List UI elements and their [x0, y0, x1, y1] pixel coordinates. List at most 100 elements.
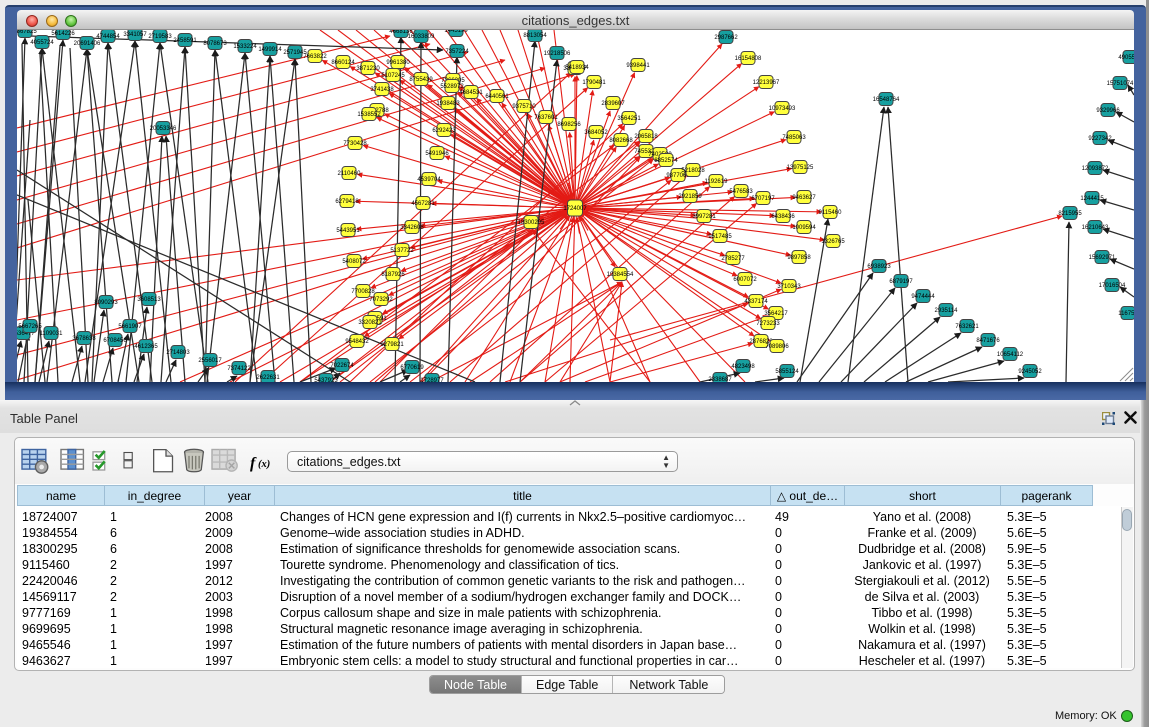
- svg-text:3997281: 3997281: [692, 214, 716, 220]
- svg-text:2839607: 2839607: [601, 101, 625, 107]
- svg-text:7089806: 7089806: [765, 344, 789, 350]
- svg-text:9227342: 9227342: [1088, 136, 1112, 142]
- svg-text:8698256: 8698256: [557, 122, 581, 128]
- svg-text:3710343: 3710343: [777, 284, 801, 290]
- svg-text:5667265: 5667265: [18, 324, 42, 330]
- svg-text:5437923: 5437923: [314, 378, 338, 382]
- svg-text:8215955: 8215955: [1058, 211, 1082, 217]
- svg-text:9245052: 9245052: [1018, 369, 1042, 375]
- svg-text:6938923: 6938923: [867, 264, 891, 270]
- svg-text:1326765: 1326765: [821, 239, 845, 245]
- svg-text:2987662: 2987662: [714, 35, 738, 41]
- svg-text:2785277: 2785277: [721, 256, 745, 262]
- svg-text:3741438: 3741438: [370, 87, 394, 93]
- svg-text:116753: 116753: [1118, 311, 1134, 317]
- svg-text:16210643: 16210643: [1082, 225, 1109, 231]
- svg-text:8660124: 8660124: [331, 60, 355, 66]
- svg-text:16033809: 16033809: [408, 34, 435, 40]
- svg-text:7700828: 7700828: [351, 289, 375, 295]
- svg-text:5476583: 5476583: [729, 189, 753, 195]
- svg-text:9115460: 9115460: [819, 210, 843, 216]
- svg-text:8090293: 8090293: [94, 300, 118, 306]
- svg-text:18300295: 18300295: [518, 220, 545, 226]
- svg-text:9375710: 9375710: [512, 104, 536, 110]
- svg-text:6440561: 6440561: [485, 94, 509, 100]
- svg-text:7632621: 7632621: [955, 324, 979, 330]
- svg-text:2065818: 2065818: [634, 134, 658, 140]
- svg-text:4905582: 4905582: [1118, 55, 1134, 61]
- svg-text:f: f: [250, 455, 257, 472]
- svg-text:2921859: 2921859: [678, 194, 702, 200]
- svg-text:5443951: 5443951: [336, 228, 360, 234]
- svg-text:9961380: 9961380: [386, 60, 410, 66]
- svg-text:6279418: 6279418: [335, 199, 359, 205]
- svg-text:8755439: 8755439: [409, 77, 433, 83]
- svg-text:3608513: 3608513: [137, 297, 161, 303]
- svg-text:1499914: 1499914: [258, 47, 282, 53]
- svg-text:1938483: 1938483: [436, 101, 460, 107]
- svg-text:9897858: 9897858: [787, 255, 811, 261]
- svg-text:8471676: 8471676: [976, 338, 1000, 344]
- svg-text:3678638: 3678638: [72, 336, 96, 342]
- svg-text:5137722: 5137722: [390, 248, 414, 254]
- svg-text:7637601: 7637601: [534, 115, 558, 121]
- svg-text:1533224: 1533224: [233, 44, 257, 50]
- svg-text:1192619: 1192619: [705, 179, 729, 185]
- svg-text:3871230: 3871230: [356, 66, 380, 72]
- svg-text:8813054: 8813054: [523, 33, 547, 39]
- svg-text:4684531: 4684531: [459, 90, 483, 96]
- svg-text:1244415: 1244415: [1080, 196, 1104, 202]
- svg-text:1445199: 1445199: [444, 30, 468, 34]
- svg-text:2338687: 2338687: [708, 377, 732, 382]
- svg-text:1109031: 1109031: [40, 331, 64, 337]
- svg-text:7273233: 7273233: [756, 321, 780, 327]
- svg-text:1009594: 1009594: [792, 225, 816, 231]
- svg-text:6708456: 6708456: [103, 338, 127, 344]
- svg-text:3320821: 3320821: [358, 320, 382, 326]
- svg-text:15751074: 15751074: [1107, 81, 1134, 87]
- svg-text:20053346: 20053346: [150, 126, 177, 132]
- svg-text:8078673: 8078673: [203, 41, 227, 47]
- svg-text:6007072: 6007072: [733, 277, 757, 283]
- svg-text:5491946: 5491946: [425, 151, 449, 157]
- svg-text:3342608: 3342608: [400, 225, 424, 231]
- svg-text:7663822: 7663822: [303, 54, 327, 60]
- svg-text:6438436: 6438436: [771, 214, 795, 220]
- svg-text:8187926: 8187926: [381, 272, 405, 278]
- svg-text:7485063: 7485063: [782, 135, 806, 141]
- svg-text:4055724: 4055724: [30, 40, 54, 46]
- svg-text:2867825: 2867825: [17, 30, 37, 35]
- svg-text:6707197: 6707197: [751, 196, 775, 202]
- svg-text:10654112: 10654112: [997, 352, 1024, 358]
- svg-text:9398441: 9398441: [626, 63, 650, 69]
- svg-text:13975125: 13975125: [787, 165, 814, 171]
- svg-text:5107245: 5107245: [381, 73, 405, 79]
- svg-text:5408072: 5408072: [342, 259, 366, 265]
- svg-text:8082668: 8082668: [609, 138, 633, 144]
- svg-text:10973493: 10973493: [769, 106, 796, 112]
- svg-text:4744854: 4744854: [96, 34, 120, 40]
- svg-text:3341057: 3341057: [123, 32, 147, 38]
- svg-text:7073292: 7073292: [369, 297, 393, 303]
- svg-text:1724007: 1724007: [563, 206, 587, 212]
- svg-text:15692971: 15692971: [1089, 255, 1116, 261]
- svg-text:5855124: 5855124: [775, 369, 799, 375]
- svg-text:2935114: 2935114: [935, 308, 959, 314]
- svg-text:4612365: 4612365: [134, 344, 158, 350]
- svg-text:12093872: 12093872: [1082, 166, 1109, 172]
- svg-text:9279821: 9279821: [380, 342, 404, 348]
- svg-text:4823498: 4823498: [731, 364, 755, 370]
- svg-text:16154808: 16154808: [735, 56, 762, 62]
- svg-text:9329966: 9329966: [1096, 108, 1120, 114]
- svg-text:9517485: 9517485: [708, 234, 732, 240]
- svg-text:17016504: 17016504: [1099, 283, 1126, 289]
- svg-text:3564251: 3564251: [617, 116, 641, 122]
- svg-text:7022674: 7022674: [330, 363, 354, 369]
- svg-text:16548764: 16548764: [873, 97, 900, 103]
- svg-text:5218028: 5218028: [681, 168, 705, 174]
- svg-text:9548432: 9548432: [345, 339, 369, 345]
- svg-text:2714803: 2714803: [166, 350, 190, 356]
- svg-text:7357224: 7357224: [445, 49, 469, 55]
- svg-text:6879197: 6879197: [889, 279, 913, 285]
- svg-text:6770619: 6770619: [400, 365, 424, 371]
